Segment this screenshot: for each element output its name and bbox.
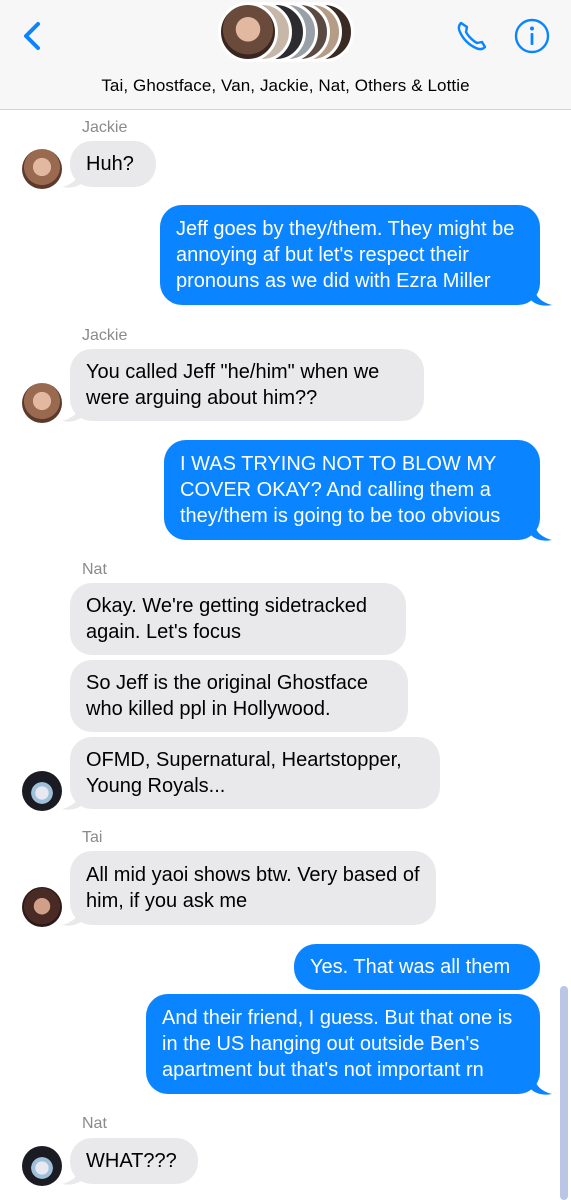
message-text: You called Jeff "he/him" when we were ar… (86, 361, 380, 409)
sender-name: Jackie (82, 327, 128, 344)
incoming-message[interactable]: You called Jeff "he/him" when we were ar… (70, 349, 424, 421)
incoming-message[interactable]: So Jeff is the original Ghostface who ki… (70, 660, 408, 732)
incoming-message[interactable]: OFMD, Supernatural, Heartstopper, Young … (70, 737, 440, 809)
message-text: Huh? (86, 153, 134, 175)
outgoing-message[interactable]: I WAS TRYING NOT TO BLOW MY COVER OKAY? … (164, 440, 540, 540)
chevron-left-icon[interactable] (16, 18, 52, 54)
phone-icon[interactable] (452, 16, 492, 56)
outgoing-message[interactable]: Jeff goes by they/them. They might be an… (160, 205, 540, 305)
conversation-title[interactable]: Tai, Ghostface, Van, Jackie, Nat, Others… (0, 76, 571, 96)
sender-name: Nat (82, 1115, 107, 1132)
avatar[interactable] (22, 887, 62, 927)
incoming-message[interactable]: Okay. We're getting sidetracked again. L… (70, 583, 406, 655)
bubble-tail (530, 520, 552, 541)
info-icon[interactable] (512, 16, 552, 56)
outgoing-message[interactable]: Yes. That was all them (294, 944, 540, 990)
avatar[interactable] (22, 771, 62, 811)
message-text: OFMD, Supernatural, Heartstopper, Young … (86, 749, 402, 797)
outgoing-message[interactable]: And their friend, I guess. But that one … (146, 994, 540, 1094)
bubble-tail (62, 789, 84, 810)
avatar[interactable] (22, 149, 62, 189)
scrollbar[interactable] (560, 986, 568, 1200)
message-text: Okay. We're getting sidetracked again. L… (86, 595, 367, 643)
avatar[interactable] (22, 1146, 62, 1186)
bubble-tail (530, 285, 552, 306)
conversation-header: Tai, Ghostface, Van, Jackie, Nat, Others… (0, 0, 571, 110)
bubble-tail (530, 1074, 552, 1095)
incoming-message[interactable]: WHAT??? (70, 1138, 198, 1184)
group-avatar-stack[interactable] (218, 2, 358, 66)
message-text: Jeff goes by they/them. They might be an… (176, 218, 515, 292)
sender-name: Jackie (82, 119, 128, 136)
avatar[interactable] (22, 383, 62, 423)
bubble-tail (62, 1164, 84, 1185)
message-thread[interactable]: Jackie Huh? Jeff goes by they/them. They… (0, 111, 571, 1200)
bubble-tail (62, 905, 84, 926)
bubble-tail (62, 401, 84, 422)
message-text: And their friend, I guess. But that one … (162, 1007, 513, 1081)
message-text: Yes. That was all them (310, 956, 511, 978)
group-avatar (218, 2, 278, 62)
message-text: All mid yaoi shows btw. Very based of hi… (86, 864, 420, 912)
bubble-tail (62, 167, 84, 188)
message-text: So Jeff is the original Ghostface who ki… (86, 672, 369, 720)
sender-name: Nat (82, 561, 107, 578)
message-text: I WAS TRYING NOT TO BLOW MY COVER OKAY? … (180, 453, 501, 527)
message-text: WHAT??? (86, 1150, 177, 1172)
sender-name: Tai (82, 829, 103, 846)
incoming-message[interactable]: All mid yaoi shows btw. Very based of hi… (70, 851, 436, 925)
